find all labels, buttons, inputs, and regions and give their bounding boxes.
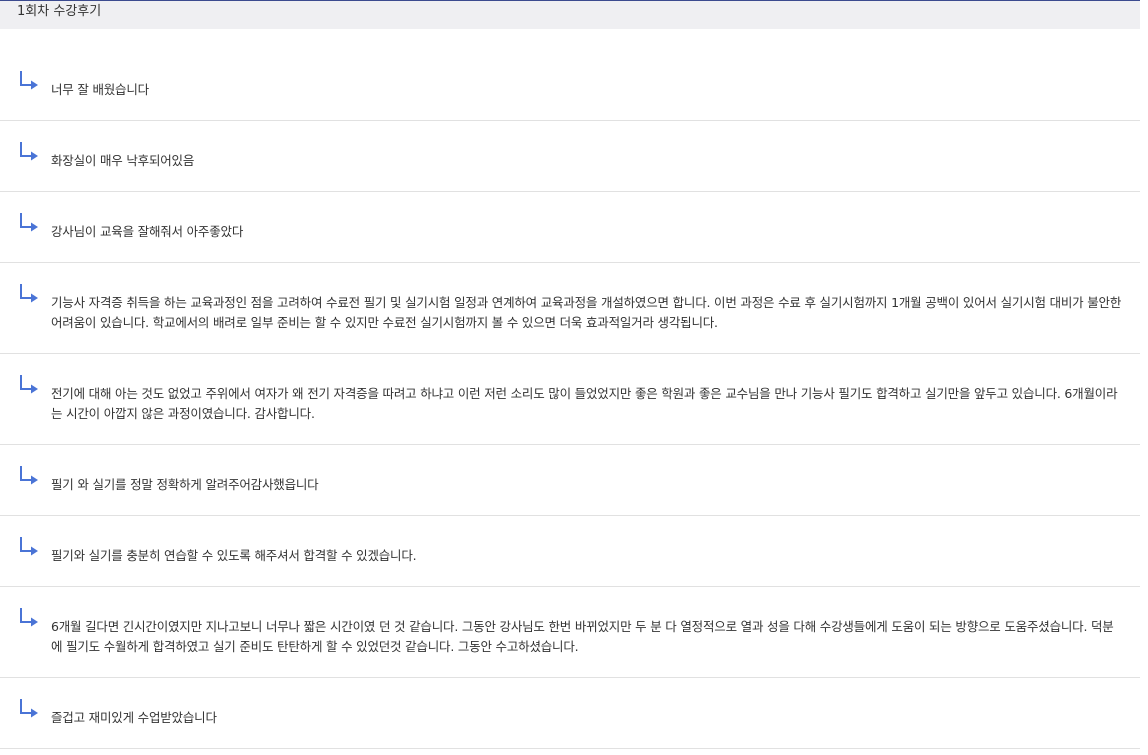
review-page: 1회차 수강후기 너무 잘 배웠습니다 화장실이 매우 낙후되어있음 강사님이 … bbox=[0, 0, 1148, 755]
reply-arrow-icon bbox=[20, 608, 38, 627]
review-text: 필기 와 실기를 정말 정확하게 알려주어감사했읍니다 bbox=[51, 477, 319, 492]
page-title: 1회차 수강후기 bbox=[17, 4, 102, 19]
review-text: 화장실이 매우 낙후되어있음 bbox=[51, 153, 195, 168]
review-text: 기능사 자격증 취득을 하는 교육과정인 점을 고려하여 수료전 필기 및 실기… bbox=[51, 295, 1122, 330]
review-header: 1회차 수강후기 bbox=[0, 1, 1140, 29]
review-text: 6개월 길다면 긴시간이였지만 지나고보니 너무나 짧은 시간이였 던 것 같습… bbox=[51, 619, 1114, 654]
reply-arrow-icon bbox=[20, 71, 38, 90]
reply-arrow-icon bbox=[20, 537, 38, 556]
review-text: 필기와 실기를 충분히 연습할 수 있도록 해주셔서 합격할 수 있겠습니다. bbox=[51, 548, 417, 563]
review-item: 즐겁고 재미있게 수업받았습니다 bbox=[0, 678, 1140, 749]
reply-arrow-icon bbox=[20, 699, 38, 718]
review-item: 기능사 자격증 취득을 하는 교육과정인 점을 고려하여 수료전 필기 및 실기… bbox=[0, 263, 1140, 354]
review-text: 너무 잘 배웠습니다 bbox=[51, 82, 149, 97]
review-item: 강사님이 교육을 잘해줘서 아주좋았다 bbox=[0, 192, 1140, 263]
review-list: 너무 잘 배웠습니다 화장실이 매우 낙후되어있음 강사님이 교육을 잘해줘서 … bbox=[0, 50, 1140, 749]
review-item: 6개월 길다면 긴시간이였지만 지나고보니 너무나 짧은 시간이였 던 것 같습… bbox=[0, 587, 1140, 678]
reply-arrow-icon bbox=[20, 284, 38, 303]
review-text: 전기에 대해 아는 것도 없었고 주위에서 여자가 왜 전기 자격증을 따려고 … bbox=[51, 386, 1118, 421]
review-item: 전기에 대해 아는 것도 없었고 주위에서 여자가 왜 전기 자격증을 따려고 … bbox=[0, 354, 1140, 445]
review-text: 강사님이 교육을 잘해줘서 아주좋았다 bbox=[51, 224, 244, 239]
reply-arrow-icon bbox=[20, 213, 38, 232]
reply-arrow-icon bbox=[20, 375, 38, 394]
review-item: 화장실이 매우 낙후되어있음 bbox=[0, 121, 1140, 192]
reply-arrow-icon bbox=[20, 466, 38, 485]
review-item: 필기와 실기를 충분히 연습할 수 있도록 해주셔서 합격할 수 있겠습니다. bbox=[0, 516, 1140, 587]
reply-arrow-icon bbox=[20, 142, 38, 161]
review-text: 즐겁고 재미있게 수업받았습니다 bbox=[51, 710, 217, 725]
review-item: 너무 잘 배웠습니다 bbox=[0, 50, 1140, 121]
review-item: 필기 와 실기를 정말 정확하게 알려주어감사했읍니다 bbox=[0, 445, 1140, 516]
